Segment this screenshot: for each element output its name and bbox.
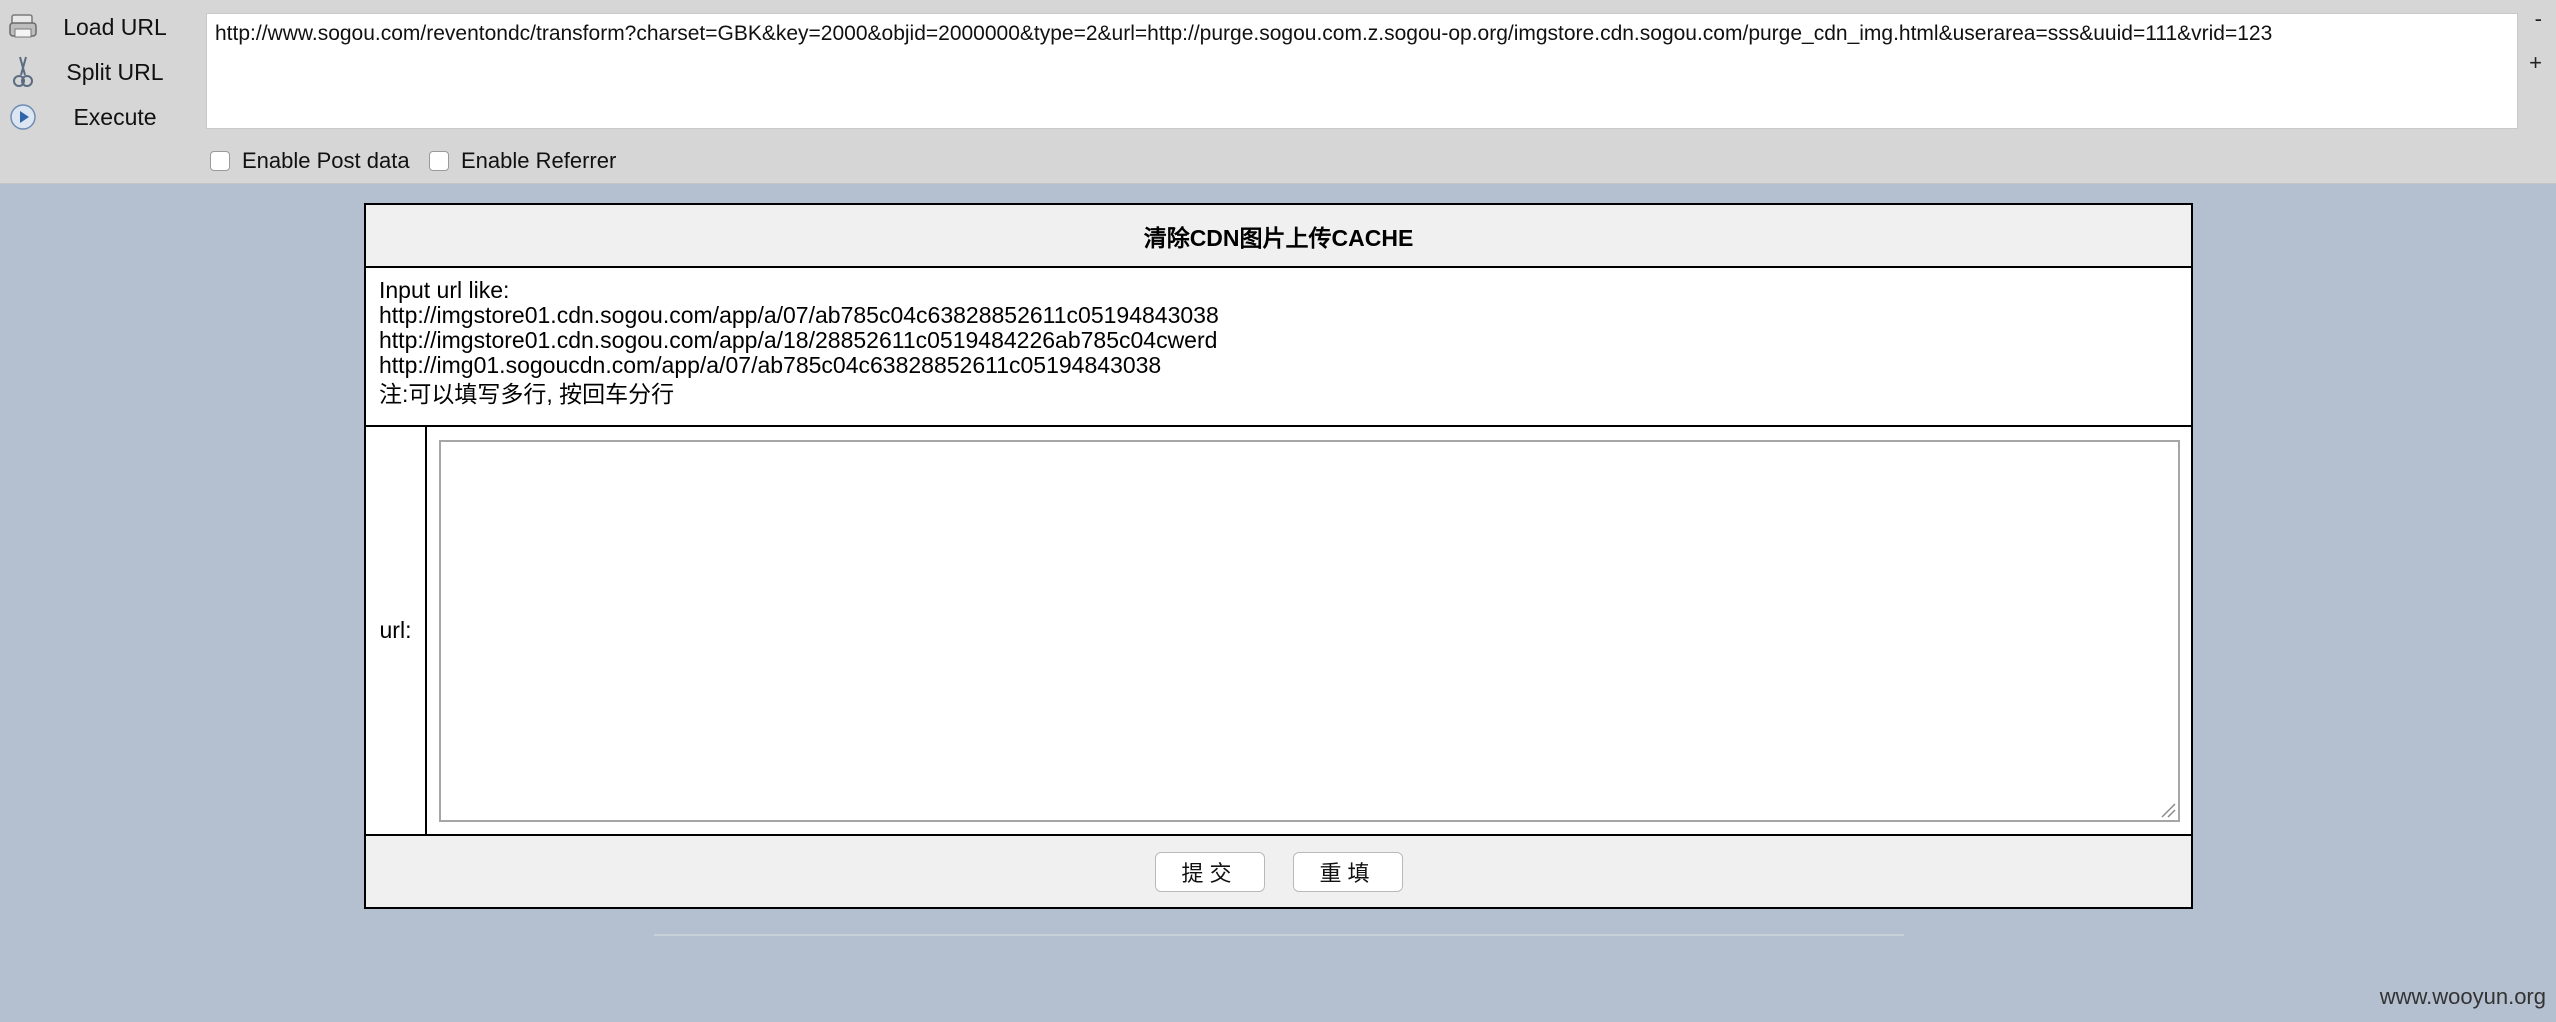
enable-post-checkbox[interactable] [210,151,230,171]
url-input[interactable] [439,440,2180,822]
load-url-button[interactable]: Load URL [6,5,196,49]
enable-referrer-checkbox[interactable] [429,151,449,171]
split-url-label: Split URL [66,58,164,85]
multiline-note: 注:可以填写多行, 按回车分行 [379,381,675,407]
divider [654,934,1904,936]
execute-label: Execute [73,103,157,130]
url-textarea[interactable]: http://www.sogou.com/reventondc/transfor… [206,13,2518,129]
url-row: url: [366,427,2191,836]
hackbar-toolbar: Load URL Split URL Execute http://www.so… [0,0,2556,184]
shrink-button[interactable]: - [2535,6,2542,32]
reset-button[interactable]: 重填 [1292,851,1403,892]
purge-cache-form: 清除CDN图片上传CACHE Input url like: http://im… [364,203,2193,909]
url-field-cell [427,427,2191,834]
enable-referrer-label: Enable Referrer [461,148,617,173]
enable-referrer-option[interactable]: Enable Referrer [429,148,616,174]
form-title: 清除CDN图片上传CACHE [366,205,2191,268]
form-actions: 提交 重填 [366,836,2191,907]
grow-button[interactable]: + [2529,50,2542,76]
play-icon [6,100,40,134]
split-url-button[interactable]: Split URL [6,50,196,94]
example-url: http://imgstore01.cdn.sogou.com/app/a/07… [379,302,1219,328]
submit-button[interactable]: 提交 [1154,851,1265,892]
enable-post-label: Enable Post data [242,148,410,173]
load-url-icon [6,10,40,44]
url-label: url: [366,427,427,834]
info-heading: Input url like: [379,277,510,303]
usage-info: Input url like: http://imgstore01.cdn.so… [366,268,2191,427]
execute-button[interactable]: Execute [6,95,196,139]
watermark: www.wooyun.org [2379,984,2546,1009]
scissors-icon [6,55,40,89]
load-url-label: Load URL [63,13,167,40]
example-url: http://img01.sogoucdn.com/app/a/07/ab785… [379,352,1162,378]
enable-post-option[interactable]: Enable Post data [210,148,410,174]
example-url: http://imgstore01.cdn.sogou.com/app/a/18… [379,327,1218,353]
resize-grip-icon[interactable] [2158,800,2176,818]
